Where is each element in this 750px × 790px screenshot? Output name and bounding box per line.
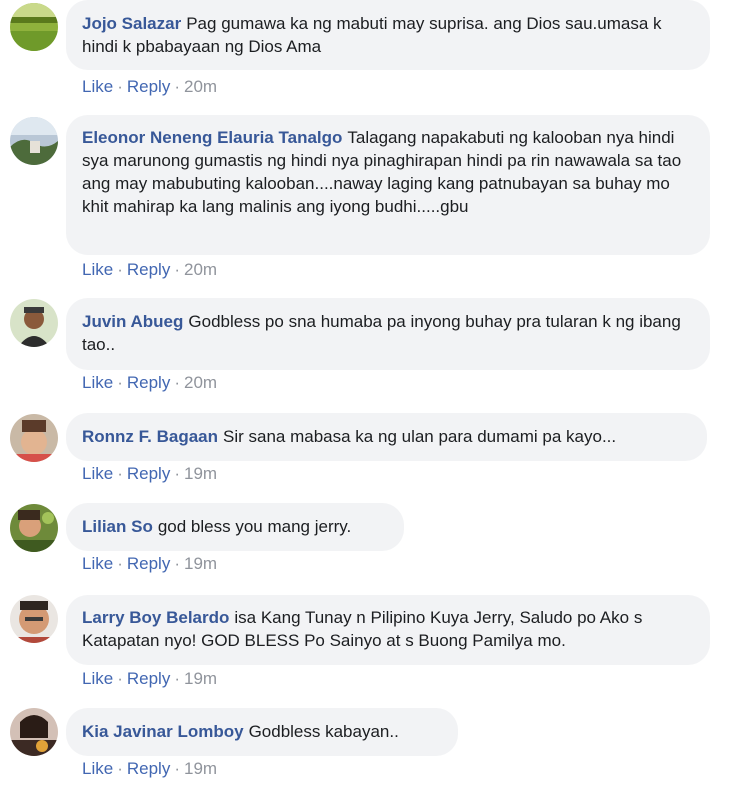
- comment-author[interactable]: Lilian So: [82, 517, 153, 536]
- comment-timestamp[interactable]: 19m: [184, 554, 217, 573]
- separator-dot: ·: [174, 759, 180, 778]
- separator-dot: ·: [117, 260, 123, 279]
- separator-dot: ·: [174, 260, 180, 279]
- reply-link[interactable]: Reply: [127, 464, 170, 483]
- comment-actions: Like · Reply · 19m: [82, 759, 217, 779]
- comment-bubble: Juvin Abueg Godbless po sna humaba pa iny…: [66, 298, 710, 370]
- separator-dot: ·: [174, 77, 180, 96]
- separator-dot: ·: [117, 464, 123, 483]
- separator-dot: ·: [117, 759, 123, 778]
- comment-bubble: Ronnz F. Bagaan Sir sana mabasa ka ng ula…: [66, 413, 707, 461]
- comment-timestamp[interactable]: 20m: [184, 77, 217, 96]
- separator-dot: ·: [174, 554, 180, 573]
- reply-link[interactable]: Reply: [127, 759, 170, 778]
- avatar[interactable]: [10, 504, 58, 552]
- like-link[interactable]: Like: [82, 77, 113, 96]
- separator-dot: ·: [174, 464, 180, 483]
- comment-bubble: Jojo Salazar Pag gumawa ka ng mabuti may …: [66, 0, 710, 70]
- separator-dot: ·: [117, 669, 123, 688]
- comment-author[interactable]: Kia Javinar Lomboy: [82, 722, 244, 741]
- comment-author[interactable]: Ronnz F. Bagaan: [82, 427, 218, 446]
- separator-dot: ·: [117, 373, 123, 392]
- avatar[interactable]: [10, 3, 58, 51]
- like-link[interactable]: Like: [82, 260, 113, 279]
- like-link[interactable]: Like: [82, 554, 113, 573]
- comment-timestamp[interactable]: 20m: [184, 373, 217, 392]
- reply-link[interactable]: Reply: [127, 669, 170, 688]
- comment-text: Sir sana mabasa ka ng ulan para dumami p…: [223, 427, 617, 446]
- like-link[interactable]: Like: [82, 464, 113, 483]
- like-link[interactable]: Like: [82, 759, 113, 778]
- comment-timestamp[interactable]: 20m: [184, 260, 217, 279]
- separator-dot: ·: [117, 77, 123, 96]
- comment-actions: Like · Reply · 20m: [82, 77, 217, 97]
- comment-author[interactable]: Juvin Abueg: [82, 312, 183, 331]
- comment-author[interactable]: Larry Boy Belardo: [82, 608, 229, 627]
- comment-timestamp[interactable]: 19m: [184, 759, 217, 778]
- comment-bubble: Kia Javinar Lomboy Godbless kabayan..: [66, 708, 458, 756]
- avatar[interactable]: [10, 414, 58, 462]
- comment-text: god bless you mang jerry.: [157, 517, 352, 536]
- comment-author[interactable]: Jojo Salazar: [82, 14, 181, 33]
- comment-author[interactable]: Eleonor Neneng Elauria Tanalgo: [82, 128, 342, 147]
- comment-actions: Like · Reply · 19m: [82, 554, 217, 574]
- comment-timestamp[interactable]: 19m: [184, 669, 217, 688]
- reply-link[interactable]: Reply: [127, 373, 170, 392]
- like-link[interactable]: Like: [82, 669, 113, 688]
- comment-actions: Like · Reply · 20m: [82, 373, 217, 393]
- comment-bubble: Larry Boy Belardo isa Kang Tunay n Pilipi…: [66, 595, 710, 665]
- comment-actions: Like · Reply · 19m: [82, 464, 217, 484]
- separator-dot: ·: [117, 554, 123, 573]
- comment-actions: Like · Reply · 19m: [82, 669, 217, 689]
- comment-timestamp[interactable]: 19m: [184, 464, 217, 483]
- separator-dot: ·: [174, 669, 180, 688]
- separator-dot: ·: [174, 373, 180, 392]
- like-link[interactable]: Like: [82, 373, 113, 392]
- avatar[interactable]: [10, 708, 58, 756]
- comment-bubble: Eleonor Neneng Elauria Tanalgo Talagang n…: [66, 115, 710, 255]
- avatar[interactable]: [10, 299, 58, 347]
- reply-link[interactable]: Reply: [127, 77, 170, 96]
- comment-text: Godbless kabayan..: [248, 722, 399, 741]
- avatar[interactable]: [10, 117, 58, 165]
- reply-link[interactable]: Reply: [127, 260, 170, 279]
- comment-actions: Like · Reply · 20m: [82, 260, 217, 280]
- comment-bubble: Lilian So god bless you mang jerry.: [66, 503, 404, 551]
- avatar[interactable]: [10, 595, 58, 643]
- reply-link[interactable]: Reply: [127, 554, 170, 573]
